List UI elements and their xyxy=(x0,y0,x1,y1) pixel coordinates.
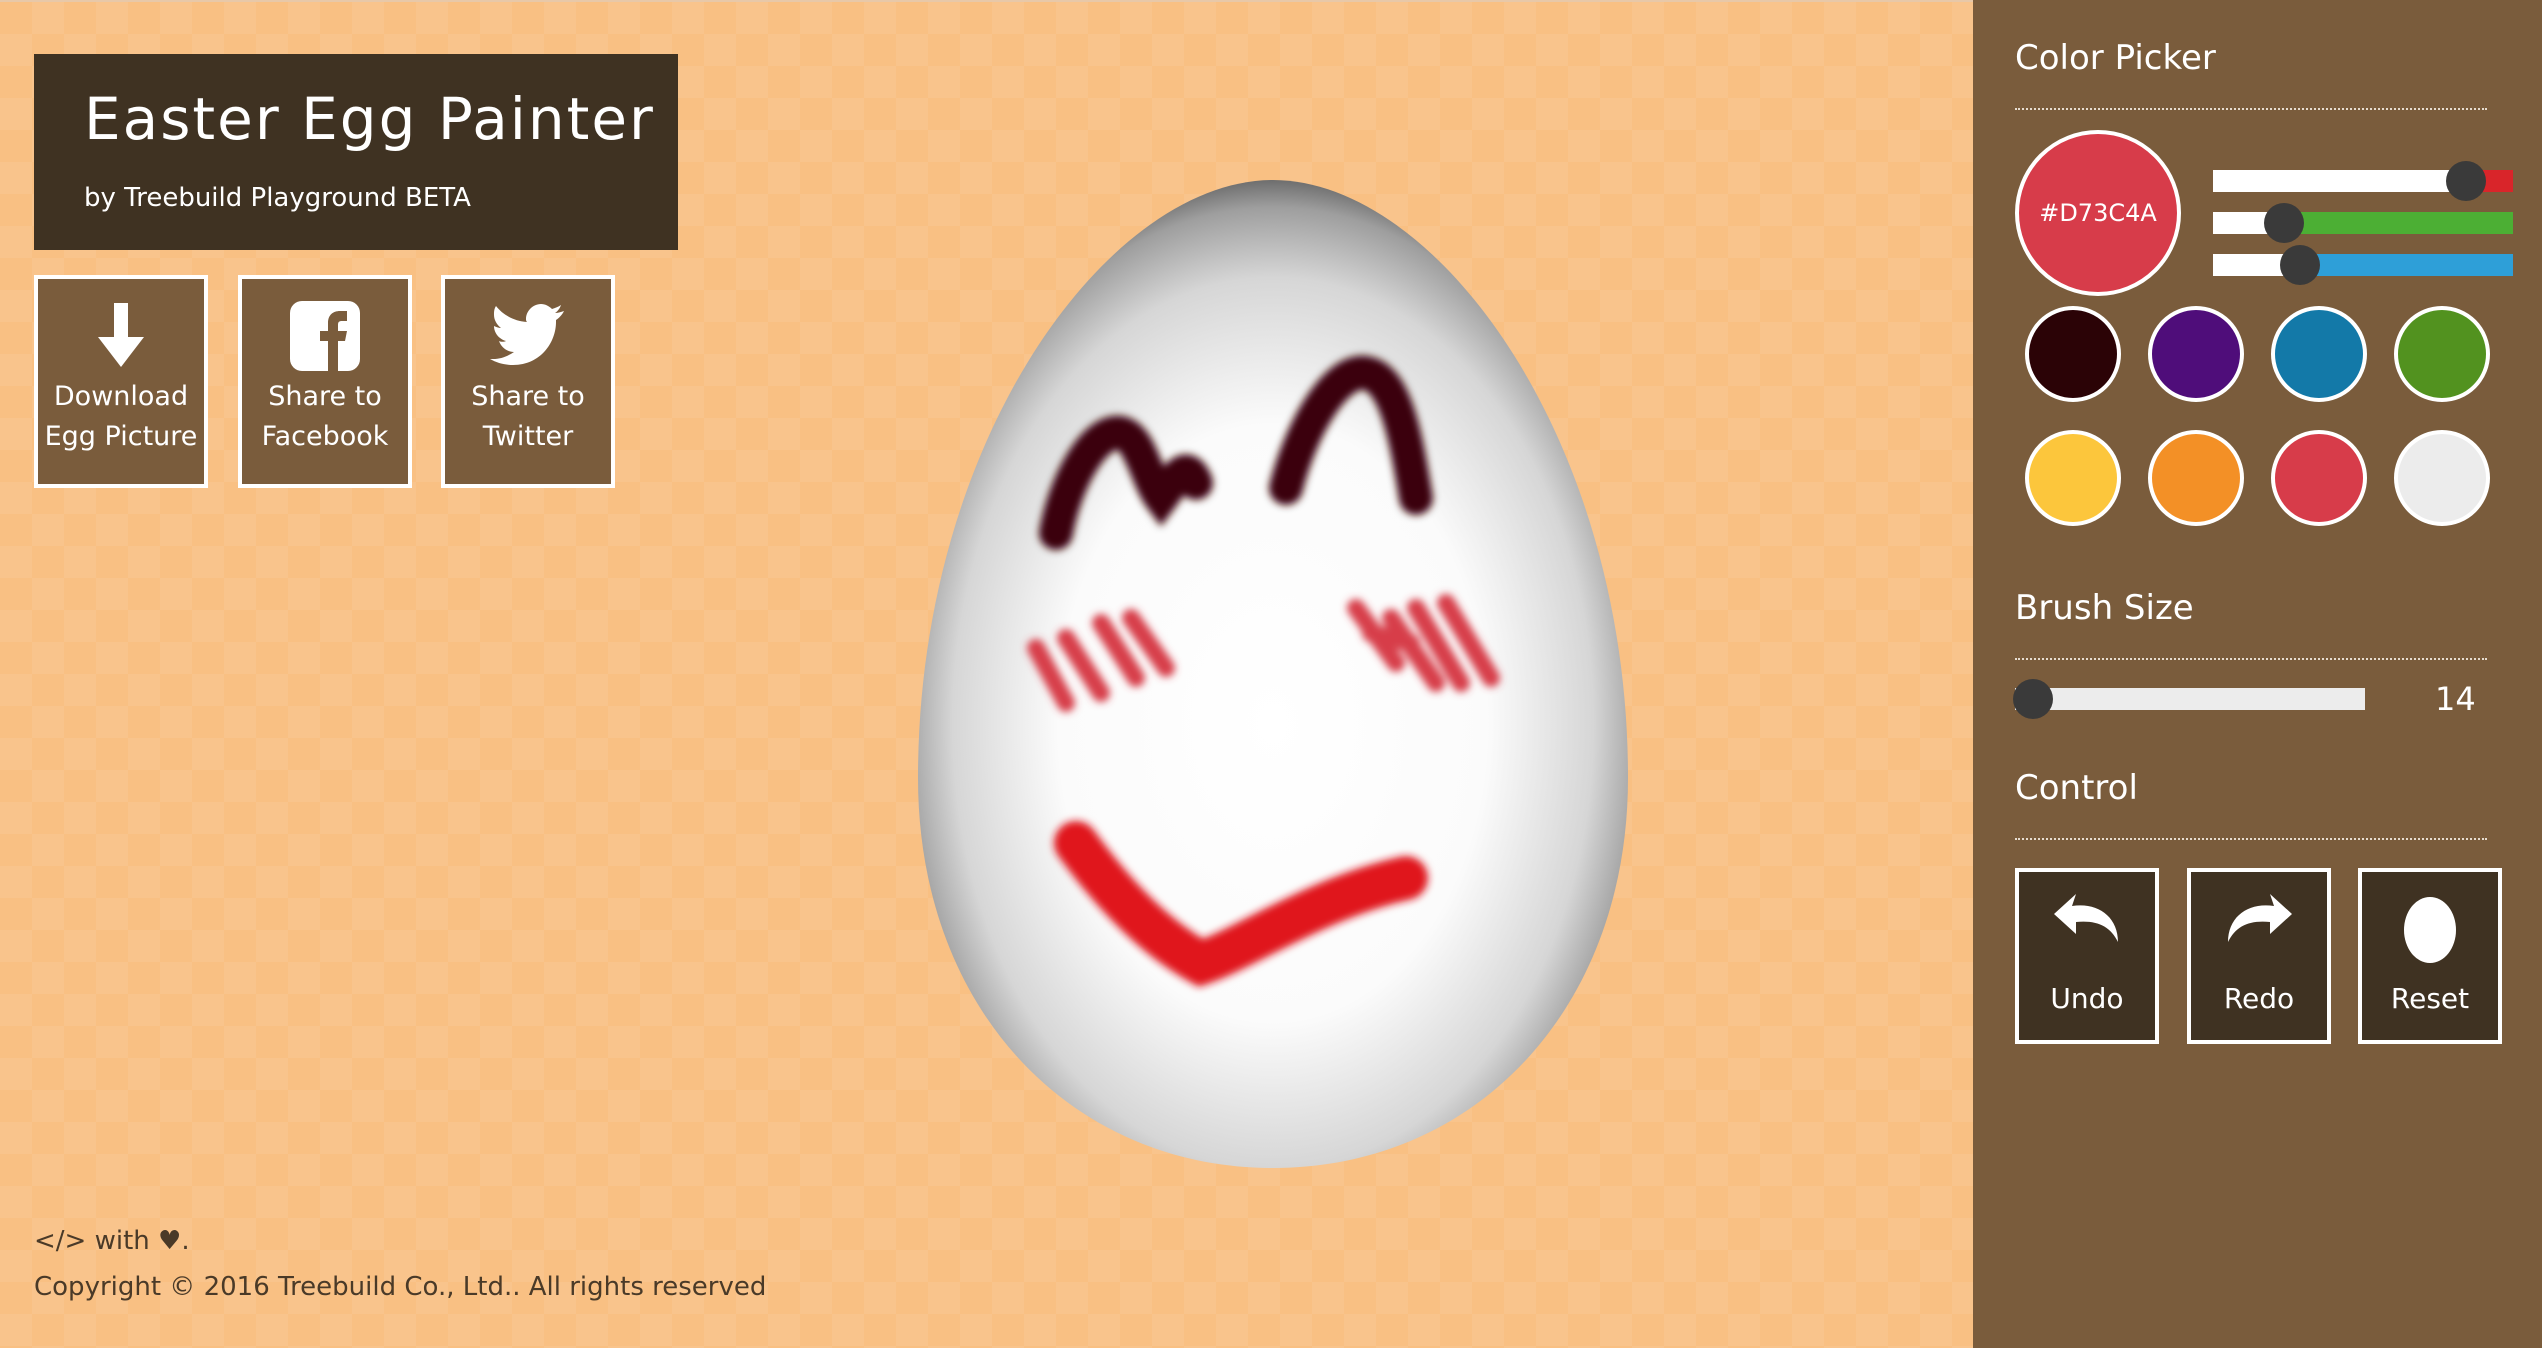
undo-icon xyxy=(2054,894,2118,942)
reset-button[interactable]: Reset xyxy=(2358,868,2502,1044)
brush-size-slider[interactable] xyxy=(2013,679,2365,719)
share-facebook-label: Share to Facebook xyxy=(261,381,389,452)
egg-drawing[interactable] xyxy=(916,178,1630,1170)
facebook-icon xyxy=(290,301,360,371)
undo-button[interactable]: Undo xyxy=(2015,868,2159,1044)
made-with-text: </> with ♥. xyxy=(34,1226,190,1256)
red-slider[interactable] xyxy=(2213,161,2513,201)
brush-size-value: 14 xyxy=(2435,680,2476,718)
app-title: Easter Egg Painter xyxy=(84,85,655,153)
color-picker-title: Color Picker xyxy=(2015,38,2216,78)
brush-size-title: Brush Size xyxy=(2015,588,2194,628)
color-picker-divider xyxy=(2015,108,2487,110)
undo-label: Undo xyxy=(2050,982,2124,1015)
color-preset-swatch[interactable] xyxy=(2271,430,2367,526)
color-preset-swatch[interactable] xyxy=(2271,306,2367,402)
current-color-hex: #D73C4A xyxy=(2039,199,2157,227)
current-color-swatch: #D73C4A xyxy=(2015,130,2181,296)
share-facebook-button[interactable]: Share to Facebook xyxy=(238,275,412,488)
share-twitter-button[interactable]: Share to Twitter xyxy=(441,275,615,488)
share-twitter-label: Share to Twitter xyxy=(471,381,585,452)
color-preset-swatch[interactable] xyxy=(2025,306,2121,402)
blue-slider[interactable] xyxy=(2213,245,2513,285)
blue-slider-handle[interactable] xyxy=(2280,245,2320,285)
red-slider-handle[interactable] xyxy=(2446,161,2486,201)
redo-label: Redo xyxy=(2223,982,2295,1015)
green-slider-handle[interactable] xyxy=(2264,203,2304,243)
painting-area: Easter Egg Painter by Treebuild Playgrou… xyxy=(0,0,1973,1348)
color-preset-swatch[interactable] xyxy=(2148,306,2244,402)
egg-icon xyxy=(2404,897,2456,963)
redo-button[interactable]: Redo xyxy=(2187,868,2331,1044)
egg-shape xyxy=(918,180,1628,1168)
download-button[interactable]: Download Egg Picture xyxy=(34,275,208,488)
control-divider xyxy=(2015,838,2487,840)
color-preset-swatch[interactable] xyxy=(2025,430,2121,526)
egg-canvas[interactable] xyxy=(916,178,1630,1170)
tool-panel: Color Picker #D73C4A Brush Size 14 Contr… xyxy=(1973,0,2542,1348)
color-preset-swatch[interactable] xyxy=(2394,430,2490,526)
twitter-icon xyxy=(490,304,564,365)
color-preset-swatch[interactable] xyxy=(2394,306,2490,402)
redo-icon xyxy=(2228,894,2292,942)
reset-label: Reset xyxy=(2390,982,2470,1015)
download-label: Download Egg Picture xyxy=(44,381,198,452)
app-subtitle: by Treebuild Playground BETA xyxy=(84,183,471,213)
brush-size-handle[interactable] xyxy=(2013,679,2053,719)
green-slider[interactable] xyxy=(2213,203,2513,243)
download-icon xyxy=(98,303,144,367)
color-preset-swatch[interactable] xyxy=(2148,430,2244,526)
title-box: Easter Egg Painter by Treebuild Playgrou… xyxy=(34,54,678,250)
control-title: Control xyxy=(2015,768,2138,808)
brush-size-divider xyxy=(2015,658,2487,660)
copyright-text: Copyright © 2016 Treebuild Co., Ltd.. Al… xyxy=(34,1272,767,1302)
